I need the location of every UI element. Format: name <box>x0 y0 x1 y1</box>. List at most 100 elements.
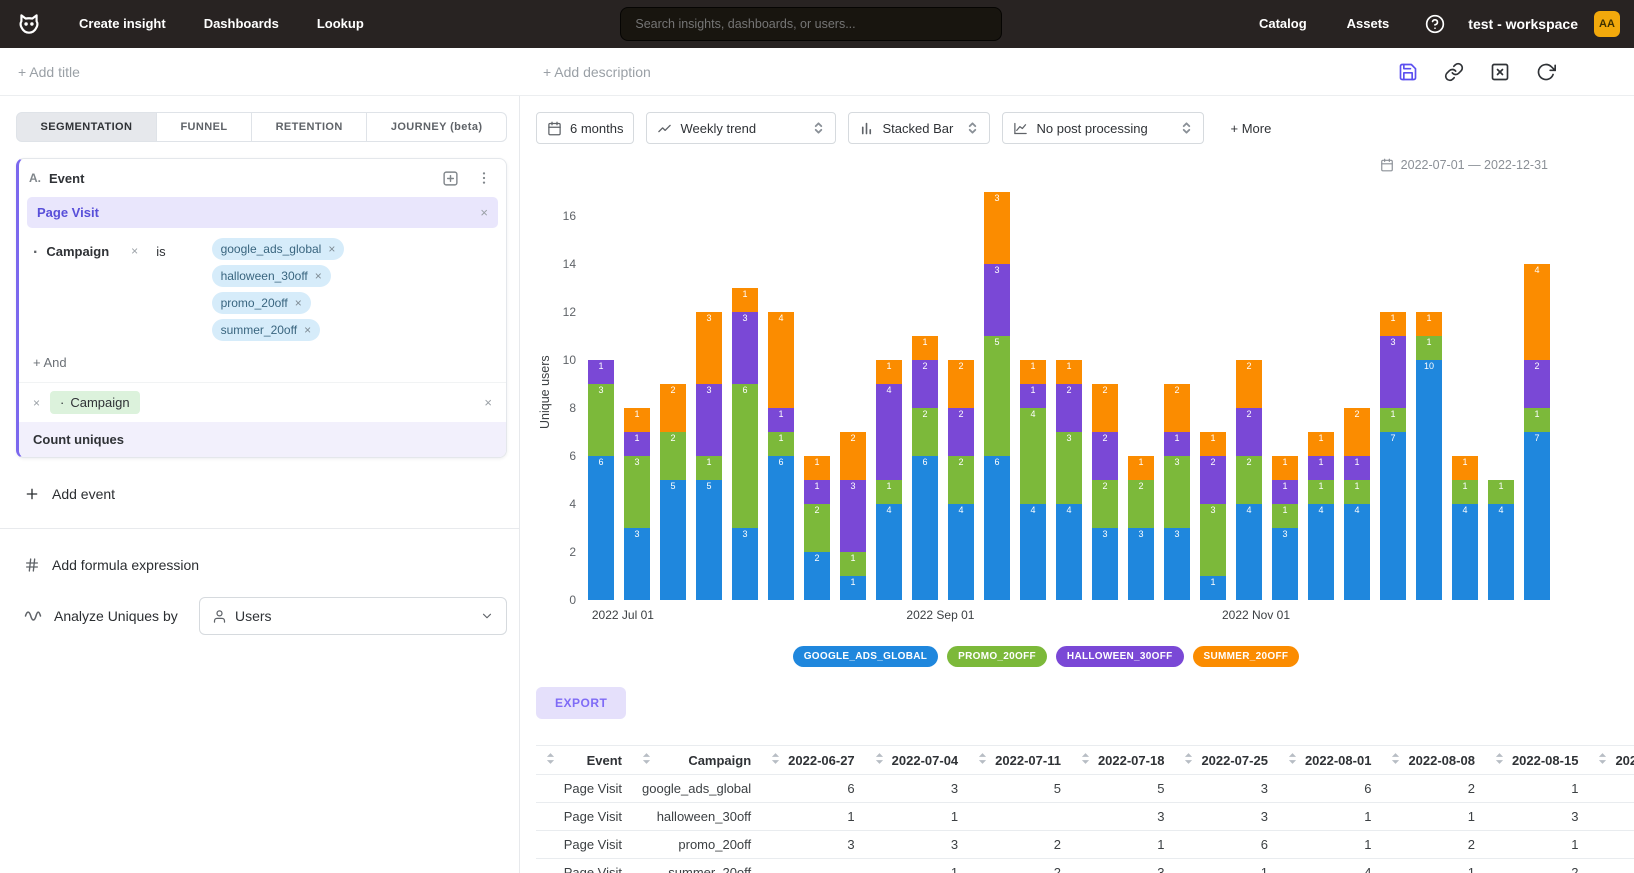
property-value-tag[interactable]: promo_20off× <box>212 292 311 314</box>
bar-segment-google_ads_global[interactable]: 6 <box>768 456 794 600</box>
bar-segment-google_ads_global[interactable]: 6 <box>912 456 938 600</box>
column-header-2022-06-27[interactable]: 2022-06-27 <box>761 746 865 775</box>
nav-catalog[interactable]: Catalog <box>1242 0 1324 48</box>
workspace-name[interactable]: test - workspace <box>1468 16 1578 32</box>
column-header-2022-07-11[interactable]: 2022-07-11 <box>968 746 1071 775</box>
event-name[interactable]: Page Visit <box>37 205 480 220</box>
nav-assets[interactable]: Assets <box>1330 0 1407 48</box>
bar-segment-halloween_30off[interactable]: 1 <box>1308 456 1334 480</box>
bar-2022-08-15[interactable]: 2311 <box>840 432 866 600</box>
bar-segment-summer_20off[interactable]: 1 <box>1308 432 1334 456</box>
close-insight-icon[interactable] <box>1490 62 1510 82</box>
sort-icon[interactable] <box>1288 752 1297 768</box>
bar-segment-summer_20off[interactable]: 1 <box>1020 360 1046 384</box>
bar-segment-google_ads_global[interactable]: 6 <box>984 456 1010 600</box>
tab-segmentation[interactable]: SEGMENTATION <box>16 112 157 142</box>
sort-icon[interactable] <box>642 752 651 768</box>
column-header-2022-07-25[interactable]: 2022-07-25 <box>1174 746 1278 775</box>
bar-2022-07-18[interactable]: 3315 <box>696 312 722 600</box>
remove-breakdown-row-icon[interactable]: × <box>484 396 492 409</box>
avatar[interactable]: AA <box>1594 11 1620 37</box>
bar-segment-promo_20off[interactable]: 6 <box>732 384 758 528</box>
bar-segment-google_ads_global[interactable]: 4 <box>1056 504 1082 600</box>
add-event-button[interactable]: Add event <box>24 486 507 502</box>
sort-icon[interactable] <box>1598 752 1607 768</box>
bar-segment-promo_20off[interactable]: 3 <box>624 456 650 528</box>
column-header-campaign[interactable]: Campaign <box>632 746 761 775</box>
bar-segment-promo_20off[interactable]: 1 <box>1344 480 1370 504</box>
property-value-tag[interactable]: halloween_30off× <box>212 265 331 287</box>
app-logo-cat-icon[interactable] <box>14 9 44 39</box>
column-header-event[interactable]: Event <box>536 746 632 775</box>
bar-segment-halloween_30off[interactable]: 2 <box>948 408 974 456</box>
tab-retention[interactable]: RETENTION <box>252 112 367 142</box>
property-name[interactable]: Campaign <box>46 244 109 259</box>
bar-2022-08-08[interactable]: 1122 <box>804 456 830 600</box>
bar-segment-summer_20off[interactable]: 1 <box>912 336 938 360</box>
bar-segment-promo_20off[interactable]: 1 <box>1488 480 1514 504</box>
bar-segment-halloween_30off[interactable]: 1 <box>1164 432 1190 456</box>
tab-funnel[interactable]: FUNNEL <box>157 112 252 142</box>
column-header-2022-07-04[interactable]: 2022-07-04 <box>865 746 969 775</box>
trend-select[interactable]: Weekly trend <box>646 112 836 144</box>
bar-segment-promo_20off[interactable]: 1 <box>876 480 902 504</box>
bar-segment-google_ads_global[interactable]: 1 <box>1200 576 1226 600</box>
bar-2022-09-12[interactable]: 3356 <box>984 192 1010 600</box>
bar-2022-11-07[interactable]: 1113 <box>1272 456 1298 600</box>
bar-segment-summer_20off[interactable]: 1 <box>1452 456 1478 480</box>
bar-segment-halloween_30off[interactable]: 2 <box>912 360 938 408</box>
bar-segment-promo_20off[interactable]: 2 <box>948 456 974 504</box>
bar-segment-google_ads_global[interactable]: 7 <box>1380 432 1406 600</box>
bar-2022-11-28[interactable]: 1317 <box>1380 312 1406 600</box>
bar-segment-promo_20off[interactable]: 2 <box>1236 456 1262 504</box>
bar-segment-google_ads_global[interactable]: 2 <box>804 552 830 600</box>
nav-lookup[interactable]: Lookup <box>300 0 381 48</box>
bar-2022-07-04[interactable]: 1133 <box>624 408 650 600</box>
bar-2022-09-26[interactable]: 1234 <box>1056 360 1082 600</box>
bar-segment-google_ads_global[interactable]: 7 <box>1524 432 1550 600</box>
sort-icon[interactable] <box>1184 752 1193 768</box>
bar-segment-summer_20off[interactable]: 1 <box>1128 456 1154 480</box>
bar-segment-summer_20off[interactable]: 1 <box>1416 312 1442 336</box>
remove-value-icon[interactable]: × <box>295 296 302 310</box>
bar-segment-google_ads_global[interactable]: 4 <box>1308 504 1334 600</box>
legend-promo_20off[interactable]: PROMO_20OFF <box>947 646 1047 667</box>
bar-segment-google_ads_global[interactable]: 4 <box>1344 504 1370 600</box>
bar-segment-google_ads_global[interactable]: 3 <box>1272 528 1298 600</box>
bar-segment-summer_20off[interactable]: 2 <box>948 360 974 408</box>
bar-segment-promo_20off[interactable]: 1 <box>1380 408 1406 432</box>
bar-2022-09-19[interactable]: 1144 <box>1020 360 1046 600</box>
add-property-icon[interactable] <box>440 168 460 188</box>
bar-segment-promo_20off[interactable]: 4 <box>1020 408 1046 504</box>
add-and-condition-button[interactable]: + And <box>19 347 506 382</box>
bar-segment-google_ads_global[interactable]: 4 <box>948 504 974 600</box>
bar-2022-11-21[interactable]: 2114 <box>1344 408 1370 600</box>
breakdown-chip[interactable]: · Campaign <box>50 391 140 414</box>
copy-link-icon[interactable] <box>1444 62 1464 82</box>
property-value-tag[interactable]: google_ads_global× <box>212 238 345 260</box>
bar-segment-google_ads_global[interactable]: 3 <box>1164 528 1190 600</box>
remove-breakdown-icon[interactable]: × <box>33 396 40 410</box>
bar-2022-10-03[interactable]: 2223 <box>1092 384 1118 600</box>
export-button[interactable]: EXPORT <box>536 687 626 719</box>
aggregation-selector[interactable]: Count uniques <box>19 422 506 457</box>
bar-segment-google_ads_global[interactable]: 4 <box>1488 504 1514 600</box>
property-value-tag[interactable]: summer_20off× <box>212 319 321 341</box>
add-formula-button[interactable]: Add formula expression <box>24 557 507 573</box>
sort-icon[interactable] <box>875 752 884 768</box>
bar-2022-08-29[interactable]: 1226 <box>912 336 938 600</box>
bar-segment-google_ads_global[interactable]: 3 <box>732 528 758 600</box>
bar-segment-halloween_30off[interactable]: 2 <box>1056 384 1082 432</box>
bar-2022-08-22[interactable]: 1414 <box>876 360 902 600</box>
bar-segment-summer_20off[interactable]: 1 <box>1272 456 1298 480</box>
bar-segment-promo_20off[interactable]: 5 <box>984 336 1010 456</box>
legend-summer_20off[interactable]: SUMMER_20OFF <box>1193 646 1300 667</box>
bar-segment-halloween_30off[interactable]: 3 <box>696 384 722 456</box>
sort-icon[interactable] <box>771 752 780 768</box>
sort-icon[interactable] <box>1391 752 1400 768</box>
search-input[interactable] <box>620 7 1002 41</box>
bar-2022-06-27[interactable]: 136 <box>588 360 614 600</box>
more-options-button[interactable]: + More <box>1230 121 1271 136</box>
bar-segment-google_ads_global[interactable]: 3 <box>1092 528 1118 600</box>
bar-2022-11-14[interactable]: 1114 <box>1308 432 1334 600</box>
